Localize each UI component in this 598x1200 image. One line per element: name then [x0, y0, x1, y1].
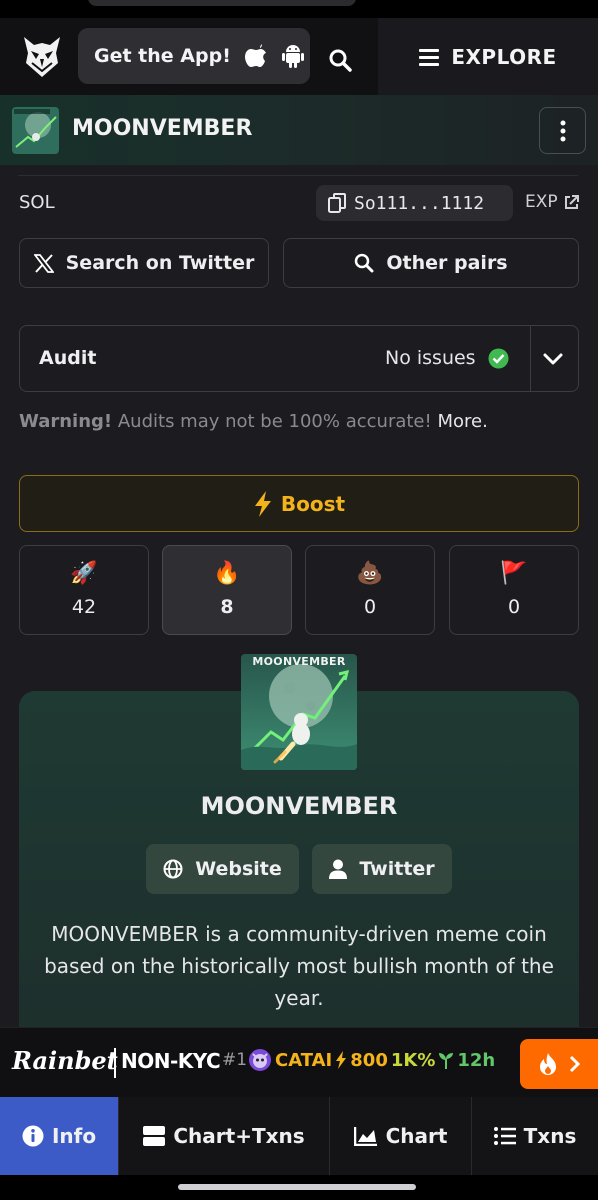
flag-icon: 🚩: [500, 561, 528, 586]
trending-rank: #1: [222, 1050, 248, 1070]
sprout-icon: [439, 1053, 454, 1069]
trending-ticker: CATAI: [275, 1049, 333, 1071]
home-indicator[interactable]: [178, 1184, 416, 1190]
twitter-label: Twitter: [359, 858, 435, 880]
more-options-button[interactable]: [539, 107, 586, 154]
tab-chart-txns[interactable]: Chart+Txns: [119, 1097, 330, 1175]
tab-info-label: Info: [51, 1124, 97, 1148]
tab-chart-txns-label: Chart+Txns: [173, 1124, 305, 1148]
chain-label: SOL: [19, 192, 55, 213]
lightning-icon: [254, 490, 271, 517]
chart-icon: [353, 1127, 377, 1146]
external-link-icon: [564, 194, 579, 209]
boost-label: Boost: [280, 491, 346, 516]
warning-more-link[interactable]: More.: [437, 411, 487, 432]
card-title: MOONVEMBER: [200, 792, 398, 820]
reaction-count: 0: [507, 596, 521, 618]
bottom-tab-bar: Info Chart+Txns Chart Txns: [0, 1097, 598, 1175]
other-pairs-button[interactable]: Other pairs: [283, 238, 579, 288]
ad-banner[interactable]: Rainbet NON-KYC #1 CATAI 800 1K% 12h: [0, 1027, 598, 1097]
ad-brand: Rainbet: [12, 1046, 118, 1075]
owl-logo-icon[interactable]: [22, 35, 62, 79]
audit-separator: [530, 326, 531, 391]
reaction-count: 42: [71, 596, 97, 618]
trending-next-button[interactable]: [520, 1039, 598, 1089]
audit-status-text: No issues: [385, 347, 476, 369]
explorer-label: EXP: [525, 192, 558, 212]
trending-age: 12h: [457, 1049, 496, 1071]
boost-button[interactable]: Boost: [19, 475, 579, 532]
token-thumbnail: [12, 107, 59, 154]
warning-strong: Warning!: [19, 411, 113, 432]
audit-status: No issues: [385, 347, 509, 369]
chevron-down-icon[interactable]: [542, 348, 564, 370]
status-strip: [0, 0, 598, 18]
status-pill: [88, 0, 356, 6]
user-icon: [329, 859, 348, 879]
tab-info[interactable]: Info: [0, 1097, 119, 1175]
tab-chart[interactable]: Chart: [330, 1097, 472, 1175]
reaction-flag[interactable]: 🚩 0: [449, 545, 579, 635]
get-app-button[interactable]: Get the App!: [78, 28, 310, 84]
search-twitter-button[interactable]: Search on Twitter: [19, 238, 269, 288]
website-button[interactable]: Website: [146, 844, 299, 894]
trending-token[interactable]: CATAI 800 1K% 12h: [248, 1048, 495, 1072]
reaction-poop[interactable]: 💩 0: [305, 545, 435, 635]
poop-icon: 💩: [356, 561, 384, 586]
copy-icon: [328, 193, 346, 213]
address-text: So111...1112: [354, 192, 485, 214]
search-icon: [355, 253, 374, 273]
reaction-rocket[interactable]: 🚀 42: [19, 545, 149, 635]
token-image-text: MOONVEMBER: [252, 655, 346, 668]
x-logo-icon: [33, 253, 54, 273]
hamburger-icon: [419, 48, 440, 66]
explorer-link[interactable]: EXP: [525, 192, 579, 212]
layout-icon: [143, 1126, 166, 1146]
website-label: Website: [195, 858, 282, 880]
search-twitter-label: Search on Twitter: [65, 252, 255, 274]
token-image: MOONVEMBER: [241, 654, 357, 770]
check-circle-icon: [488, 348, 509, 368]
lightning-icon: [336, 1051, 347, 1069]
search-icon: [329, 49, 352, 72]
twitter-button[interactable]: Twitter: [312, 844, 452, 894]
reaction-fire[interactable]: 🔥 8: [162, 545, 292, 635]
token-header: MOONVEMBER: [0, 95, 598, 165]
trending-change: 1K%: [390, 1049, 436, 1071]
globe-icon: [163, 859, 183, 879]
ad-tag: NON-KYC: [121, 1049, 221, 1073]
audit-warning: Warning! Audits may not be 100% accurate…: [19, 411, 488, 432]
flame-icon: [540, 1053, 556, 1075]
ad-separator: [114, 1048, 116, 1078]
kebab-icon: [560, 120, 565, 141]
trending-boosts: 800: [350, 1049, 388, 1071]
other-pairs-label: Other pairs: [386, 252, 508, 274]
reaction-count: 8: [220, 596, 234, 618]
explore-label: EXPLORE: [451, 44, 557, 69]
copy-address-button[interactable]: So111...1112: [316, 185, 513, 221]
apple-icon: [244, 44, 267, 68]
chevron-right-icon: [569, 1055, 581, 1073]
token-description: MOONVEMBER is a community-driven meme co…: [44, 922, 554, 1010]
audit-panel[interactable]: Audit No issues: [19, 325, 579, 392]
reaction-count: 0: [363, 596, 377, 618]
get-app-label: Get the App!: [94, 45, 231, 67]
android-icon: [281, 43, 305, 69]
list-icon: [493, 1127, 516, 1145]
divider: [18, 175, 578, 176]
search-button[interactable]: [318, 38, 362, 82]
info-icon: [22, 1125, 44, 1147]
tab-txns-label: Txns: [523, 1124, 577, 1148]
cat-avatar-icon: [249, 1049, 271, 1071]
tab-chart-label: Chart: [385, 1124, 448, 1148]
token-name: MOONVEMBER: [72, 116, 253, 141]
fire-icon: 🔥: [213, 561, 241, 586]
audit-label: Audit: [39, 347, 97, 369]
top-nav: Get the App! EXPLORE: [0, 18, 598, 95]
explore-button[interactable]: EXPLORE: [378, 18, 598, 95]
tab-txns[interactable]: Txns: [472, 1097, 598, 1175]
gesture-area: [0, 1175, 598, 1200]
rocket-icon: 🚀: [70, 561, 98, 586]
warning-text: Audits may not be 100% accurate!: [112, 411, 438, 432]
